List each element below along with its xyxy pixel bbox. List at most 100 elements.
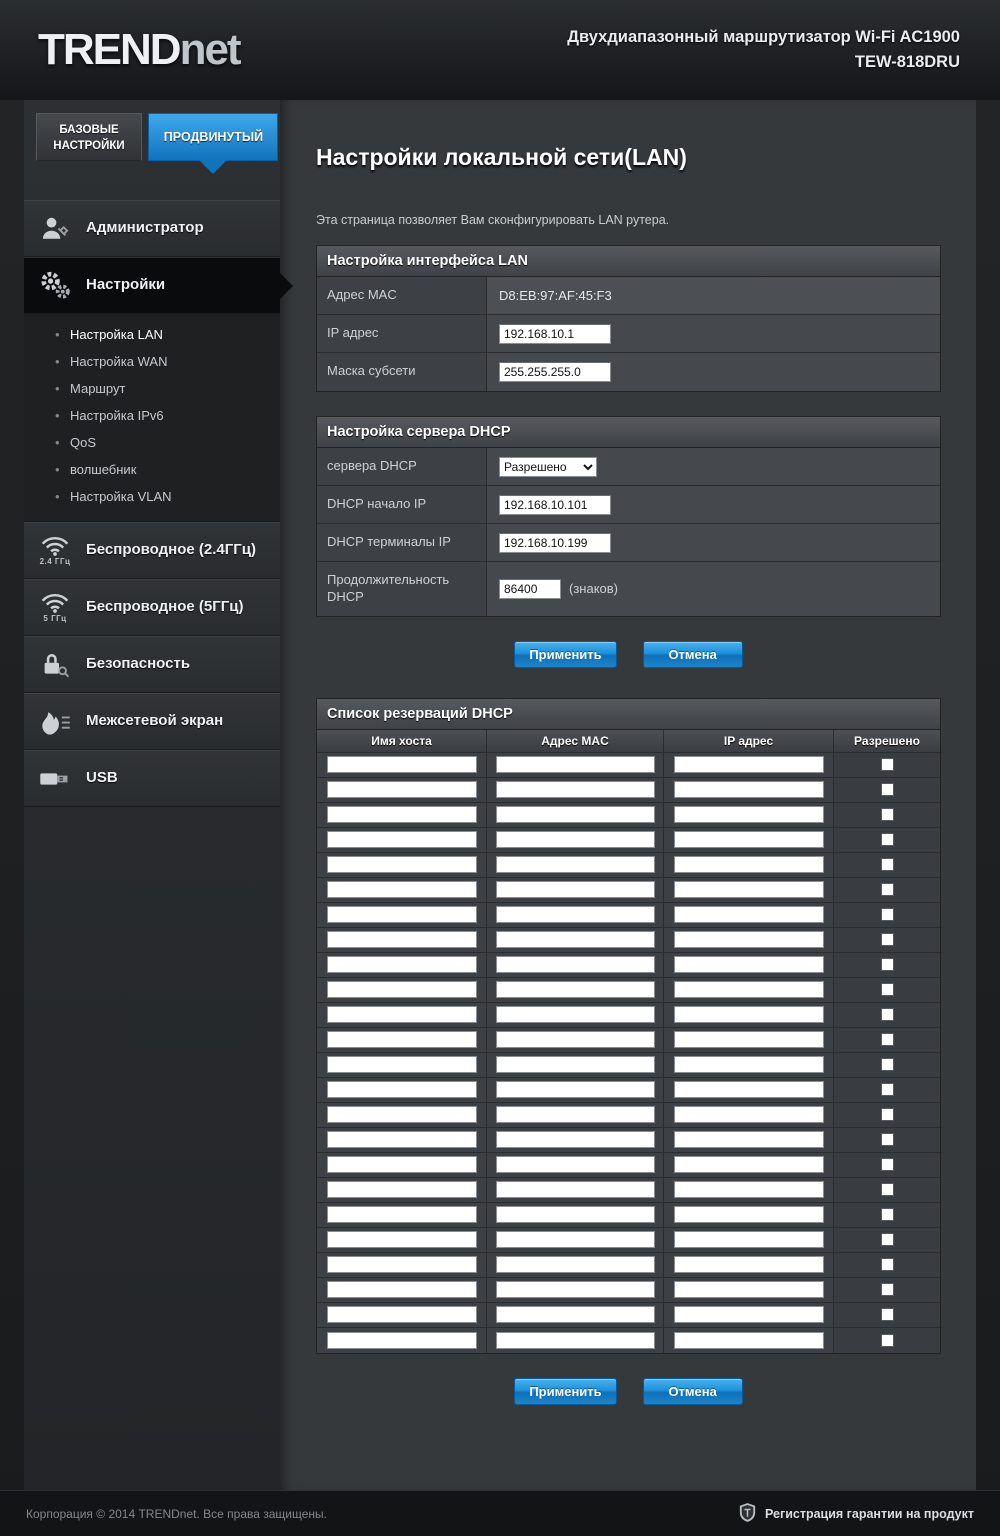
reservation-mac-input[interactable] bbox=[496, 856, 655, 873]
reservation-hostname-input[interactable] bbox=[327, 1056, 477, 1073]
reservation-enable-checkbox[interactable] bbox=[881, 783, 894, 796]
reservation-mac-input[interactable] bbox=[496, 1281, 655, 1298]
submenu-item-wizard[interactable]: волшебник bbox=[24, 456, 280, 483]
submenu-item-wan[interactable]: Настройка WAN bbox=[24, 348, 280, 375]
reservation-enable-checkbox[interactable] bbox=[881, 1308, 894, 1321]
reservation-mac-input[interactable] bbox=[496, 1181, 655, 1198]
submenu-item-ipv6[interactable]: Настройка IPv6 bbox=[24, 402, 280, 429]
reservation-hostname-input[interactable] bbox=[327, 881, 477, 898]
reservation-hostname-input[interactable] bbox=[327, 1156, 477, 1173]
reservation-ip-input[interactable] bbox=[674, 1131, 824, 1148]
reservation-ip-input[interactable] bbox=[674, 1231, 824, 1248]
dhcp-server-select[interactable]: Разрешено bbox=[499, 457, 597, 477]
sidebar-item-firewall[interactable]: Межсетевой экран bbox=[24, 693, 280, 750]
cancel-button[interactable]: Отмена bbox=[643, 641, 743, 668]
reservation-enable-checkbox[interactable] bbox=[881, 1083, 894, 1096]
reservation-enable-checkbox[interactable] bbox=[881, 1158, 894, 1171]
submenu-item-lan[interactable]: Настройка LAN bbox=[24, 321, 280, 348]
reservation-mac-input[interactable] bbox=[496, 806, 655, 823]
reservation-mac-input[interactable] bbox=[496, 1081, 655, 1098]
reservation-hostname-input[interactable] bbox=[327, 1281, 477, 1298]
sidebar-item-usb[interactable]: USB bbox=[24, 750, 280, 807]
reservation-enable-checkbox[interactable] bbox=[881, 1233, 894, 1246]
reservation-mac-input[interactable] bbox=[496, 1332, 655, 1349]
reservation-mac-input[interactable] bbox=[496, 1206, 655, 1223]
reservation-mac-input[interactable] bbox=[496, 1256, 655, 1273]
reservation-hostname-input[interactable] bbox=[327, 1131, 477, 1148]
reservation-ip-input[interactable] bbox=[674, 1281, 824, 1298]
reservation-hostname-input[interactable] bbox=[327, 1031, 477, 1048]
reservation-enable-checkbox[interactable] bbox=[881, 958, 894, 971]
reservation-ip-input[interactable] bbox=[674, 956, 824, 973]
reservation-enable-checkbox[interactable] bbox=[881, 758, 894, 771]
reservation-hostname-input[interactable] bbox=[327, 906, 477, 923]
reservation-enable-checkbox[interactable] bbox=[881, 1183, 894, 1196]
reservation-enable-checkbox[interactable] bbox=[881, 1058, 894, 1071]
reservation-hostname-input[interactable] bbox=[327, 1006, 477, 1023]
reservation-ip-input[interactable] bbox=[674, 1081, 824, 1098]
reservation-ip-input[interactable] bbox=[674, 1306, 824, 1323]
reservation-ip-input[interactable] bbox=[674, 756, 824, 773]
dhcp-lease-input[interactable] bbox=[499, 579, 561, 599]
reservation-enable-checkbox[interactable] bbox=[881, 1258, 894, 1271]
reservation-mac-input[interactable] bbox=[496, 906, 655, 923]
reservation-hostname-input[interactable] bbox=[327, 981, 477, 998]
reservation-mac-input[interactable] bbox=[496, 956, 655, 973]
warranty-link[interactable]: Регистрация гарантии на продукт bbox=[739, 1502, 974, 1526]
reservation-mac-input[interactable] bbox=[496, 1306, 655, 1323]
sidebar-item-wireless-24[interactable]: 2.4 ГГцБеспроводное (2.4ГГц) bbox=[24, 522, 280, 579]
reservation-ip-input[interactable] bbox=[674, 781, 824, 798]
reservation-ip-input[interactable] bbox=[674, 1056, 824, 1073]
ip-address-input[interactable] bbox=[499, 324, 611, 344]
tab-advanced-settings[interactable]: ПРОДВИНУТЫЙ bbox=[148, 113, 278, 161]
reservation-ip-input[interactable] bbox=[674, 1256, 824, 1273]
reservation-mac-input[interactable] bbox=[496, 1031, 655, 1048]
reservation-mac-input[interactable] bbox=[496, 831, 655, 848]
dhcp-start-ip-input[interactable] bbox=[499, 495, 611, 515]
reservation-hostname-input[interactable] bbox=[327, 1306, 477, 1323]
reservation-hostname-input[interactable] bbox=[327, 931, 477, 948]
sidebar-item-wireless-5[interactable]: 5 ГГцБеспроводное (5ГГц) bbox=[24, 579, 280, 636]
reservation-ip-input[interactable] bbox=[674, 1332, 824, 1349]
sidebar-item-security[interactable]: Безопасность bbox=[24, 636, 280, 693]
reservation-enable-checkbox[interactable] bbox=[881, 933, 894, 946]
apply-button[interactable]: Применить bbox=[514, 641, 616, 668]
reservation-hostname-input[interactable] bbox=[327, 856, 477, 873]
reservation-enable-checkbox[interactable] bbox=[881, 1008, 894, 1021]
reservation-enable-checkbox[interactable] bbox=[881, 1133, 894, 1146]
reservation-hostname-input[interactable] bbox=[327, 781, 477, 798]
reservation-ip-input[interactable] bbox=[674, 931, 824, 948]
reservation-ip-input[interactable] bbox=[674, 1031, 824, 1048]
dhcp-end-ip-input[interactable] bbox=[499, 533, 611, 553]
reservation-mac-input[interactable] bbox=[496, 881, 655, 898]
reservation-ip-input[interactable] bbox=[674, 1181, 824, 1198]
subnet-mask-input[interactable] bbox=[499, 362, 611, 382]
reservation-enable-checkbox[interactable] bbox=[881, 883, 894, 896]
reservation-hostname-input[interactable] bbox=[327, 956, 477, 973]
reservation-enable-checkbox[interactable] bbox=[881, 983, 894, 996]
reservation-mac-input[interactable] bbox=[496, 981, 655, 998]
reservation-hostname-input[interactable] bbox=[327, 1256, 477, 1273]
reservation-hostname-input[interactable] bbox=[327, 806, 477, 823]
reservation-mac-input[interactable] bbox=[496, 756, 655, 773]
reservation-enable-checkbox[interactable] bbox=[881, 1108, 894, 1121]
reservation-ip-input[interactable] bbox=[674, 906, 824, 923]
reservation-hostname-input[interactable] bbox=[327, 1106, 477, 1123]
submenu-item-vlan[interactable]: Настройка VLAN bbox=[24, 483, 280, 510]
reservation-hostname-input[interactable] bbox=[327, 831, 477, 848]
reservation-hostname-input[interactable] bbox=[327, 1181, 477, 1198]
reservation-hostname-input[interactable] bbox=[327, 1332, 477, 1349]
submenu-item-route[interactable]: Маршрут bbox=[24, 375, 280, 402]
reservation-enable-checkbox[interactable] bbox=[881, 1208, 894, 1221]
reservation-mac-input[interactable] bbox=[496, 1231, 655, 1248]
reservation-hostname-input[interactable] bbox=[327, 1206, 477, 1223]
reservation-mac-input[interactable] bbox=[496, 1156, 655, 1173]
reservation-ip-input[interactable] bbox=[674, 881, 824, 898]
cancel-button-bottom[interactable]: Отмена bbox=[643, 1378, 743, 1405]
reservation-ip-input[interactable] bbox=[674, 981, 824, 998]
tab-basic-settings[interactable]: БАЗОВЫЕ НАСТРОЙКИ bbox=[36, 113, 142, 161]
reservation-ip-input[interactable] bbox=[674, 1006, 824, 1023]
reservation-enable-checkbox[interactable] bbox=[881, 1033, 894, 1046]
sidebar-item-admin[interactable]: Администратор bbox=[24, 200, 280, 257]
reservation-mac-input[interactable] bbox=[496, 1131, 655, 1148]
